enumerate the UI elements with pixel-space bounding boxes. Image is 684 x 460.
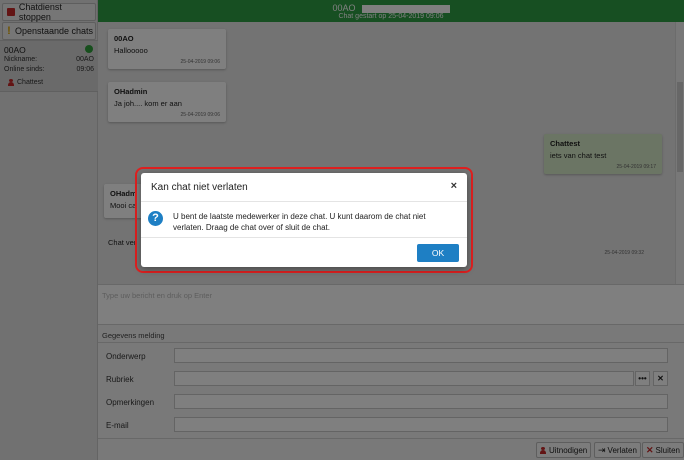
dialog-footer-divider — [141, 237, 467, 238]
dialog-message: U bent de laatste medewerker in deze cha… — [173, 212, 426, 232]
dialog-header: Kan chat niet verlaten × — [141, 173, 467, 202]
question-icon: ? — [148, 211, 163, 226]
dialog-title: Kan chat niet verlaten — [151, 182, 248, 193]
cannot-leave-dialog: Kan chat niet verlaten × ? U bent de laa… — [141, 173, 467, 267]
dialog-ok-button[interactable]: OK — [417, 244, 459, 262]
dialog-close-button[interactable]: × — [451, 180, 457, 192]
